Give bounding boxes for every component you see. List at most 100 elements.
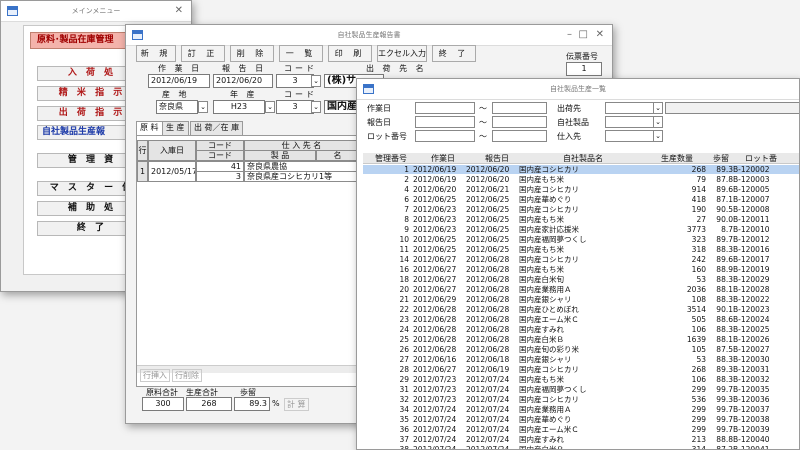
code2-field[interactable]: 3 xyxy=(276,100,314,114)
row-lot-no: B-120027 xyxy=(733,345,770,354)
row-sagyobi: 2012/06/25 xyxy=(413,195,457,204)
print-button[interactable]: 印 刷 xyxy=(328,45,372,62)
table-row[interactable]: 7 2012/06/23 2012/06/25 国内産コシヒカリ 190 90.5 B-12… xyxy=(363,205,799,214)
row-yield: 99.7 xyxy=(716,385,733,394)
sanchi-label: 産 地 xyxy=(162,90,190,99)
table-row[interactable]: 29 2012/07/23 2012/07/24 国内産もち米 106 88.3 B-120… xyxy=(363,375,799,384)
table-row[interactable]: 34 2012/07/24 2012/07/24 国内産業務用Ａ 299 99.7 B-12… xyxy=(363,405,799,414)
menu-title: メインメニュー xyxy=(71,7,121,15)
table-row[interactable]: 37 2012/07/24 2012/07/24 国内産すみれ 213 88.8 B-120… xyxy=(363,435,799,444)
table-row[interactable]: 9 2012/06/23 2012/06/25 国内産家計応援米 3773 8.7 B-12… xyxy=(363,225,799,234)
table-row[interactable]: 10 2012/06/25 2012/06/25 国内産福岡夢つくし 323 89.7 B-… xyxy=(363,235,799,244)
table-row[interactable]: 8 2012/06/23 2012/06/25 国内産もち米 27 90.0 B-12001… xyxy=(363,215,799,224)
col-yield[interactable]: 歩留 xyxy=(713,153,729,164)
new-button[interactable]: 新 規 xyxy=(136,45,176,62)
row-quantity: 299 xyxy=(691,385,706,394)
table-row[interactable]: 27 2012/06/16 2012/06/18 国内産銀シャリ 53 88.3 B-120… xyxy=(363,355,799,364)
nendo-dropdown-icon[interactable]: ⌄ xyxy=(265,101,275,113)
product-dropdown-icon[interactable]: ⌄ xyxy=(653,116,663,128)
table-row[interactable]: 28 2012/06/27 2012/06/19 国内産コシヒカリ 268 89.3 B-1… xyxy=(363,365,799,374)
row-yield: 88.3 xyxy=(716,245,733,254)
table-row[interactable]: 36 2012/07/24 2012/07/24 国内産エーム米Ｃ 299 99.7 B-1… xyxy=(363,425,799,434)
table-row[interactable]: 18 2012/06/27 2012/06/28 国内産白米旬 53 88.3 B-1200… xyxy=(363,275,799,284)
row-kanri-no: 26 xyxy=(399,345,409,354)
tab-seisan[interactable]: 生 産 xyxy=(162,121,189,135)
minimize-icon[interactable]: – xyxy=(567,29,572,40)
lot-tilde: ～ xyxy=(479,132,490,141)
hokokubi-field[interactable]: 2012/06/20 xyxy=(213,74,273,88)
row-kanri-no: 25 xyxy=(399,335,409,344)
row-yield: 87.8 xyxy=(716,175,733,184)
lot-from-input[interactable] xyxy=(415,130,475,142)
grid-product[interactable]: 奈良県産コシヒカリ1等 xyxy=(244,171,359,182)
row-hokokubi: 2012/06/25 xyxy=(466,225,510,234)
table-row[interactable]: 1 2012/06/19 2012/06/20 国内産コシヒカリ 268 89.3 B-12… xyxy=(363,165,799,174)
table-row[interactable]: 382012/07/242012/07/24国内産白米Ｂ31487.2B-120… xyxy=(363,445,799,449)
nendo-field[interactable]: H23 xyxy=(213,100,265,114)
table-row[interactable]: 14 2012/06/27 2012/06/28 国内産コシヒカリ 242 89.6 B-1… xyxy=(363,255,799,264)
grid-hscrollbar[interactable] xyxy=(137,365,362,373)
col-lot-no[interactable]: ロット番 xyxy=(745,153,777,164)
hokokubi-to-input[interactable] xyxy=(492,116,547,128)
maximize-icon[interactable]: □ xyxy=(579,29,588,40)
col-sagyobi[interactable]: 作業日 xyxy=(431,153,455,164)
code-label: コード xyxy=(284,64,317,73)
row-kanri-no: 34 xyxy=(399,405,409,414)
insert-row-button[interactable]: 行挿入 xyxy=(140,369,170,382)
sagyobi-field[interactable]: 2012/06/19 xyxy=(148,74,210,88)
table-row[interactable]: 23 2012/06/28 2012/06/28 国内産エーム米Ｃ 505 88.6 B-1… xyxy=(363,315,799,324)
denpyo-field[interactable]: 1 xyxy=(566,62,602,76)
table-row[interactable]: 16 2012/06/27 2012/06/28 国内産もち米 160 88.9 B-120… xyxy=(363,265,799,274)
table-row[interactable]: 31 2012/07/23 2012/07/24 国内産福岡夢つくし 299 99.7 B-… xyxy=(363,385,799,394)
close-form-button[interactable]: 終 了 xyxy=(432,45,476,62)
grid-date[interactable]: 2012/05/17 xyxy=(148,161,196,182)
row-hokokubi: 2012/06/28 xyxy=(466,255,510,264)
table-row[interactable]: 6 2012/06/25 2012/06/25 国内産華めぐり 418 87.1 B-120… xyxy=(363,195,799,204)
grid-code2[interactable]: 3 xyxy=(196,171,244,182)
row-yield: 88.9 xyxy=(716,265,733,274)
tab-genryo[interactable]: 原 料 xyxy=(136,121,163,135)
table-row[interactable]: 24 2012/06/28 2012/06/28 国内産すみれ 106 88.3 B-120… xyxy=(363,325,799,334)
list-button[interactable]: 一 覧 xyxy=(279,45,323,62)
code-field[interactable]: 3 xyxy=(276,74,314,88)
shiiresaki-dropdown-icon[interactable]: ⌄ xyxy=(653,130,663,142)
table-row[interactable]: 11 2012/06/25 2012/06/25 国内産もち米 318 88.3 B-120… xyxy=(363,245,799,254)
table-row[interactable]: 25 2012/06/28 2012/06/28 国内産白米Ｂ 1639 88.1 B-12… xyxy=(363,335,799,344)
sagyobi-from-input[interactable] xyxy=(415,102,475,114)
delete-button[interactable]: 削 除 xyxy=(230,45,274,62)
table-row[interactable]: 21 2012/06/29 2012/06/28 国内産銀シャリ 108 88.3 B-12… xyxy=(363,295,799,304)
row-lot-no: B-120023 xyxy=(733,305,770,314)
col-quantity[interactable]: 生産数量 xyxy=(661,153,693,164)
code-dropdown-icon[interactable]: ⌄ xyxy=(311,75,321,87)
row-product-name: 国内産コシヒカリ xyxy=(519,205,579,214)
col-kanri-no[interactable]: 管理番号 xyxy=(375,153,407,164)
table-row[interactable]: 2 2012/06/19 2012/06/20 国内産もち米 79 87.8 B-12000… xyxy=(363,175,799,184)
total-field: 300 xyxy=(142,397,184,411)
calc-button[interactable]: 計 算 xyxy=(284,398,309,411)
row-product-name: 国内産華めぐり xyxy=(519,415,572,424)
col-product-name[interactable]: 自社製品名 xyxy=(563,153,603,164)
col-hokokubi[interactable]: 報告日 xyxy=(485,153,509,164)
table-row[interactable]: 20 2012/06/27 2012/06/28 国内産業務用Ａ 2036 88.1 B-1… xyxy=(363,285,799,294)
shukkasaki-dropdown-icon[interactable]: ⌄ xyxy=(653,102,663,114)
row-hokokubi: 2012/06/28 xyxy=(466,325,510,334)
delete-row-button[interactable]: 行削除 xyxy=(172,369,202,382)
sagyobi-to-input[interactable] xyxy=(492,102,547,114)
table-row[interactable]: 4 2012/06/20 2012/06/21 国内産コシヒカリ 914 89.6 B-12… xyxy=(363,185,799,194)
close-icon[interactable]: ✕ xyxy=(596,29,604,40)
close-icon[interactable]: ✕ xyxy=(175,5,183,16)
table-row[interactable]: 26 2012/06/28 2012/06/28 国内産旬の彩り米 105 87.5 B-1… xyxy=(363,345,799,354)
excel-input-button[interactable]: エクセル入力 xyxy=(377,45,427,62)
code2-dropdown-icon[interactable]: ⌄ xyxy=(311,101,321,113)
sanchi-field[interactable]: 奈良県 xyxy=(156,100,198,114)
sanchi-dropdown-icon[interactable]: ⌄ xyxy=(198,101,208,113)
tab-shukka-zaiko[interactable]: 出 荷／在 庫 xyxy=(190,121,244,135)
hokokubi-tilde: ～ xyxy=(479,118,490,127)
table-row[interactable]: 22 2012/06/28 2012/06/28 国内産ひとめぼれ 3514 90.1 B-… xyxy=(363,305,799,314)
edit-button[interactable]: 訂 正 xyxy=(181,45,225,62)
table-row[interactable]: 32 2012/07/23 2012/07/24 国内産コシヒカリ 536 99.3 B-1… xyxy=(363,395,799,404)
lot-to-input[interactable] xyxy=(492,130,547,142)
hokokubi-from-input[interactable] xyxy=(415,116,475,128)
table-row[interactable]: 35 2012/07/24 2012/07/24 国内産華めぐり 299 99.7 B-12… xyxy=(363,415,799,424)
row-kanri-no: 14 xyxy=(399,255,409,264)
